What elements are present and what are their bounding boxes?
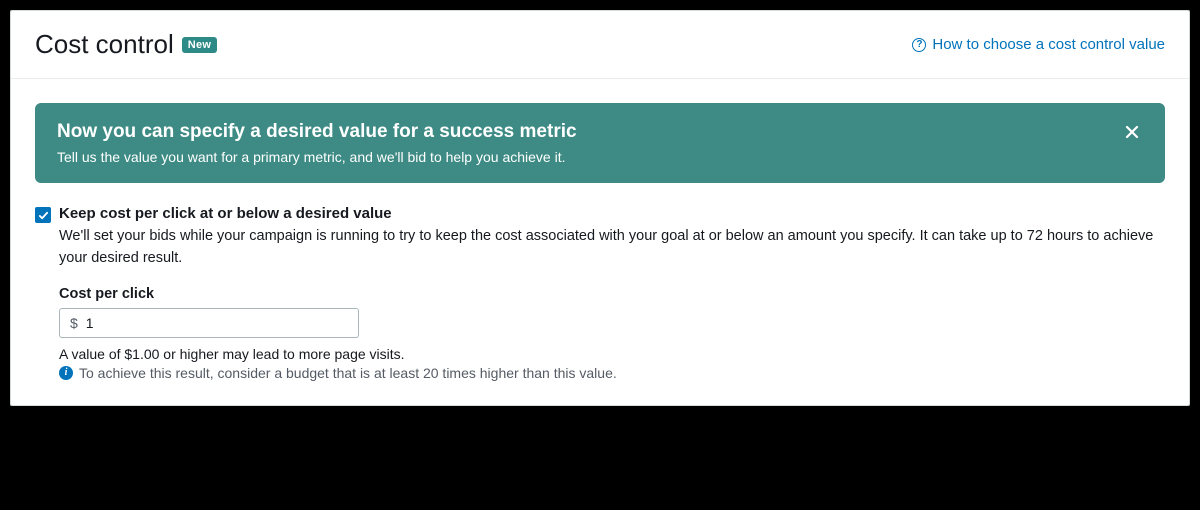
cost-per-click-input-wrap[interactable]: $	[59, 308, 359, 338]
cost-per-click-input[interactable]	[86, 315, 348, 331]
question-icon: ?	[912, 38, 926, 52]
budget-info-row: i To achieve this result, consider a bud…	[59, 365, 1165, 381]
option-row: Keep cost per click at or below a desire…	[35, 205, 1165, 381]
banner-content: Now you can specify a desired value for …	[57, 121, 577, 165]
banner-title: Now you can specify a desired value for …	[57, 121, 577, 143]
cost-control-panel: Cost control New ? How to choose a cost …	[10, 10, 1190, 406]
info-banner: Now you can specify a desired value for …	[35, 103, 1165, 183]
check-icon	[38, 210, 49, 221]
banner-subtitle: Tell us the value you want for a primary…	[57, 149, 577, 165]
keep-cost-checkbox[interactable]	[35, 207, 51, 223]
help-link-text: How to choose a cost control value	[932, 36, 1165, 53]
panel-header: Cost control New ? How to choose a cost …	[11, 11, 1189, 79]
info-icon: i	[59, 366, 73, 380]
new-badge: New	[182, 37, 218, 53]
close-icon	[1124, 124, 1140, 140]
cost-per-click-label: Cost per click	[59, 286, 1165, 302]
currency-symbol: $	[70, 315, 78, 331]
option-title: Keep cost per click at or below a desire…	[59, 205, 1165, 222]
close-button[interactable]	[1121, 121, 1143, 143]
option-description: We'll set your bids while your campaign …	[59, 226, 1165, 270]
budget-info-text: To achieve this result, consider a budge…	[79, 365, 617, 381]
option-content: Keep cost per click at or below a desire…	[59, 205, 1165, 381]
panel-body: Now you can specify a desired value for …	[11, 79, 1189, 405]
help-link[interactable]: ? How to choose a cost control value	[912, 36, 1165, 53]
title-wrap: Cost control New	[35, 29, 217, 60]
value-hint: A value of $1.00 or higher may lead to m…	[59, 346, 1165, 362]
page-title: Cost control	[35, 29, 174, 60]
